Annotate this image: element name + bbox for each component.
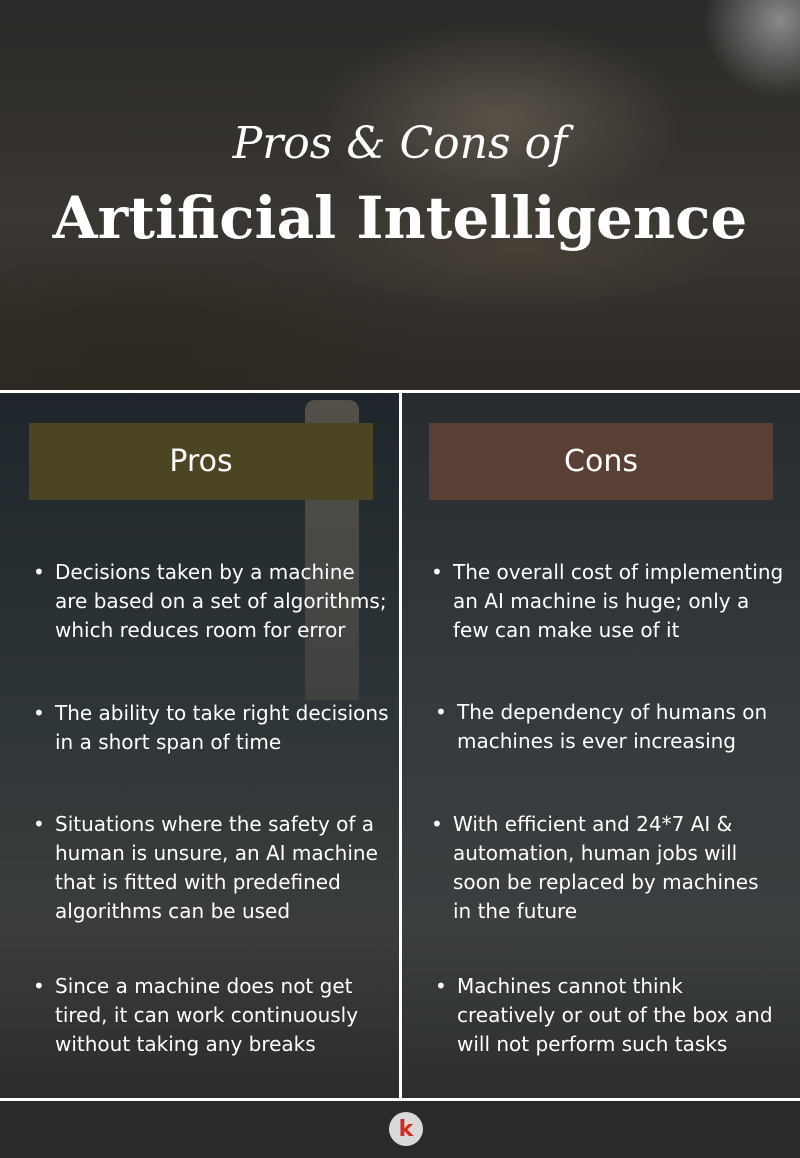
pros-heading: Pros	[29, 423, 373, 500]
cons-item: • With efficient and 24*7 AI & automation…	[431, 812, 759, 923]
cons-item: • Machines cannot think creatively or out…	[435, 974, 773, 1056]
pros-item: • Situations where the safety of a human …	[33, 812, 378, 923]
cons-item: • The dependency of humans on machines is…	[435, 700, 768, 753]
page-title: Artificial Intelligence	[52, 184, 748, 252]
pros-item: • Since a machine does not get tired, it …	[33, 974, 359, 1056]
cons-heading: Cons	[429, 423, 773, 500]
cons-item: • The overall cost of implementing an AI …	[431, 560, 784, 642]
pros-item: • The ability to take right decisions in …	[33, 701, 389, 754]
feather-decoration	[690, 0, 800, 110]
column-divider	[399, 393, 402, 1099]
brand-logo-icon: k	[389, 1112, 423, 1146]
pros-item: • Decisions taken by a machine are based …	[33, 560, 387, 642]
page-subtitle: Pros & Cons of	[232, 118, 568, 169]
